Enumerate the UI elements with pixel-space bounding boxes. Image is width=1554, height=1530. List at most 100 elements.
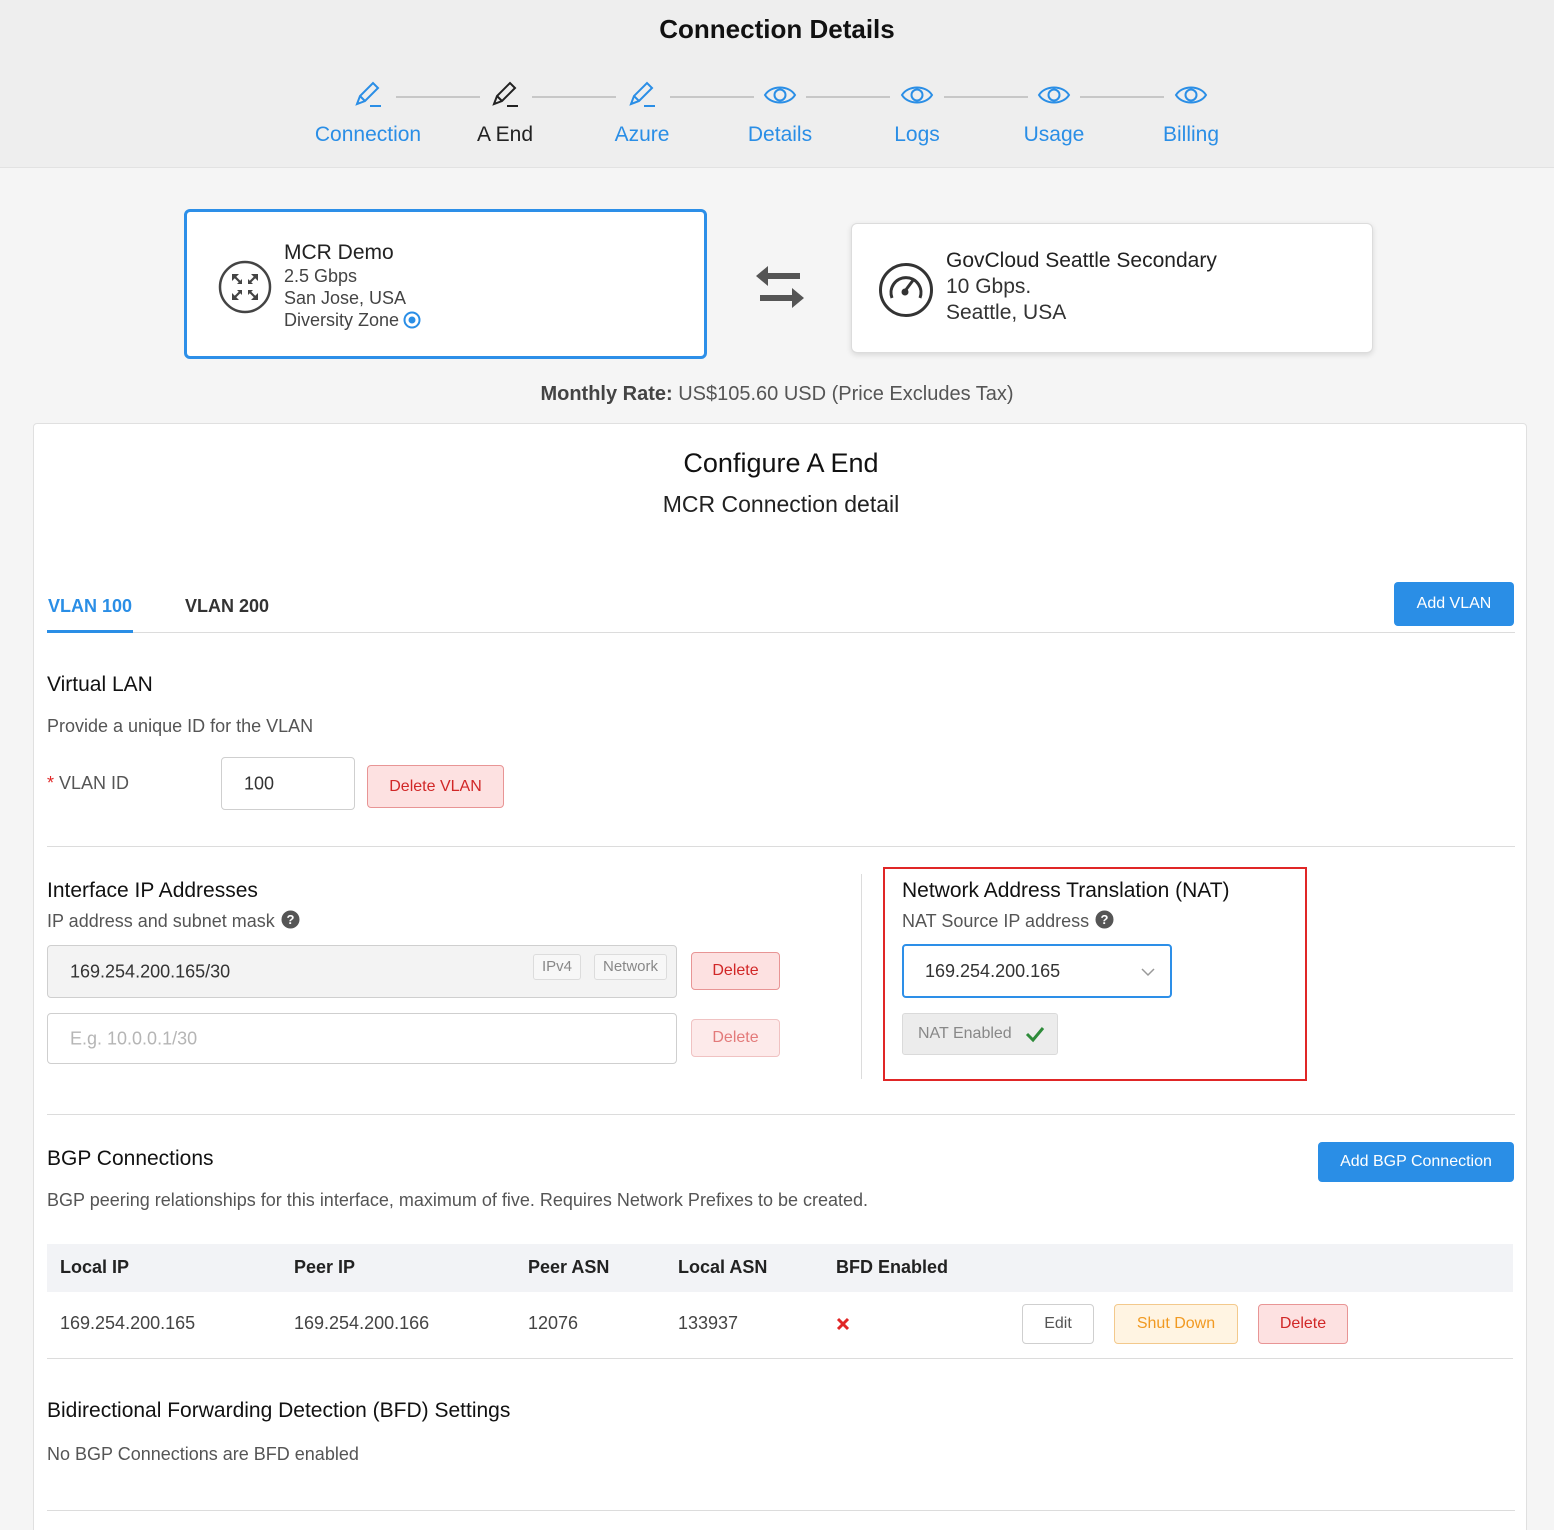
a-end-name: MCR Demo bbox=[284, 241, 394, 264]
nat-source-ip-select[interactable]: 169.254.200.165 bbox=[902, 944, 1172, 998]
a-end-speed: 2.5 Gbps bbox=[284, 266, 358, 286]
bgp-description: BGP peering relationships for this inter… bbox=[47, 1190, 869, 1210]
svg-text:?: ? bbox=[1101, 912, 1109, 927]
help-icon[interactable]: ? bbox=[1095, 910, 1114, 929]
section-divider bbox=[47, 1114, 1515, 1115]
nat-description: NAT Source IP address bbox=[902, 911, 1090, 931]
cell-peer-ip: 169.254.200.166 bbox=[294, 1313, 430, 1333]
a-end-diversity-row: Diversity Zone bbox=[284, 309, 421, 331]
vlan-id-value: 100 bbox=[244, 773, 275, 793]
cell-local-asn: 133937 bbox=[678, 1313, 739, 1333]
a-end-card[interactable]: MCR Demo 2.5 Gbps San Jose, USA Diversit… bbox=[184, 209, 707, 359]
monthly-rate: Monthly Rate: US$105.60 USD (Price Exclu… bbox=[0, 383, 1554, 406]
step-label: Azure bbox=[614, 123, 670, 146]
vlan-heading: Virtual LAN bbox=[47, 673, 153, 696]
section-divider bbox=[47, 1510, 1515, 1511]
checkmark-icon bbox=[1025, 1027, 1045, 1043]
help-icon[interactable]: ? bbox=[281, 910, 300, 929]
nat-enabled-toggle[interactable]: NAT Enabled bbox=[902, 1013, 1058, 1055]
step-label: Connection bbox=[314, 123, 422, 146]
vlan-id-input[interactable]: 100 bbox=[221, 757, 355, 810]
step-azure[interactable]: Azure bbox=[572, 78, 712, 147]
column-divider bbox=[861, 874, 862, 1079]
pencil-icon bbox=[355, 81, 381, 107]
bfd-heading: Bidirectional Forwarding Detection (BFD)… bbox=[47, 1399, 511, 1422]
column-header-peer-ip: Peer IP bbox=[294, 1257, 356, 1277]
network-tag: Network bbox=[594, 954, 668, 980]
step-a-end[interactable]: A End bbox=[435, 78, 575, 147]
table-row-divider bbox=[47, 1358, 1513, 1359]
step-label: Logs bbox=[894, 123, 940, 146]
eye-icon bbox=[763, 86, 797, 104]
nat-enabled-label: NAT Enabled bbox=[918, 1025, 1012, 1042]
cell-local-ip: 169.254.200.165 bbox=[60, 1313, 196, 1333]
step-label: Billing bbox=[1162, 123, 1220, 146]
configure-panel: Configure A End MCR Connection detail VL… bbox=[33, 423, 1527, 1530]
b-end-location: Seattle, USA bbox=[946, 301, 1067, 324]
interface-description: IP address and subnet mask bbox=[47, 911, 275, 931]
column-header-local-asn: Local ASN bbox=[678, 1257, 768, 1277]
step-label: Details bbox=[747, 123, 813, 146]
new-ip-address-input[interactable]: E.g. 10.0.0.1/30 bbox=[47, 1013, 677, 1064]
tabs-divider bbox=[47, 632, 1515, 633]
nat-selected-ip: 169.254.200.165 bbox=[925, 961, 1061, 981]
step-usage[interactable]: Usage bbox=[984, 78, 1124, 147]
edit-bgp-button[interactable]: Edit bbox=[1022, 1304, 1094, 1344]
b-end-name: GovCloud Seattle Secondary bbox=[946, 249, 1217, 272]
step-logs[interactable]: Logs bbox=[847, 78, 987, 147]
svg-text:?: ? bbox=[286, 912, 294, 927]
swap-arrows-icon bbox=[756, 266, 804, 308]
step-connection[interactable]: Connection bbox=[298, 78, 438, 147]
bfd-description: No BGP Connections are BFD enabled bbox=[47, 1444, 359, 1464]
delete-bgp-button[interactable]: Delete bbox=[1258, 1304, 1348, 1344]
nat-heading: Network Address Translation (NAT) bbox=[902, 879, 1230, 902]
speedometer-icon bbox=[879, 263, 933, 317]
tab-vlan-200[interactable]: VLAN 200 bbox=[185, 596, 269, 617]
add-vlan-button[interactable]: Add VLAN bbox=[1394, 582, 1514, 626]
panel-subtitle: MCR Connection detail bbox=[662, 491, 900, 517]
required-mark: * bbox=[47, 773, 55, 793]
bgp-table-header bbox=[47, 1244, 1513, 1292]
ip-address-input[interactable]: 169.254.200.165/30 IPv4 Network bbox=[47, 945, 677, 998]
step-details[interactable]: Details bbox=[710, 78, 850, 147]
interface-description-row: IP address and subnet mask? bbox=[47, 910, 300, 932]
diversity-zone-label: Diversity Zone bbox=[284, 310, 400, 330]
page-title: Connection Details bbox=[659, 14, 895, 44]
tab-vlan-100[interactable]: VLAN 100 bbox=[48, 596, 132, 617]
monthly-rate-value: US$105.60 USD (Price Excludes Tax) bbox=[678, 383, 1014, 405]
eye-icon bbox=[1037, 86, 1071, 104]
add-bgp-connection-button[interactable]: Add BGP Connection bbox=[1318, 1142, 1514, 1182]
eye-icon bbox=[1174, 86, 1208, 104]
ip-address-value: 169.254.200.165/30 bbox=[70, 961, 231, 981]
a-end-details: MCR Demo 2.5 Gbps San Jose, USA Diversit… bbox=[284, 242, 421, 331]
vlan-id-label: * VLAN ID bbox=[47, 773, 129, 794]
monthly-rate-label: Monthly Rate: bbox=[540, 383, 673, 405]
interface-heading: Interface IP Addresses bbox=[47, 879, 258, 902]
active-tab-indicator bbox=[47, 630, 133, 633]
panel-title: Configure A End bbox=[683, 448, 879, 478]
column-header-bfd-enabled: BFD Enabled bbox=[836, 1257, 949, 1277]
delete-vlan-button[interactable]: Delete VLAN bbox=[367, 765, 504, 808]
bgp-heading: BGP Connections bbox=[47, 1147, 214, 1170]
delete-ip-button[interactable]: Delete bbox=[691, 952, 780, 990]
section-divider bbox=[47, 846, 1515, 847]
b-end-details: GovCloud Seattle Secondary 10 Gbps. Seat… bbox=[946, 248, 1217, 326]
a-end-location: San Jose, USA bbox=[284, 288, 407, 308]
b-end-card[interactable]: GovCloud Seattle Secondary 10 Gbps. Seat… bbox=[851, 223, 1373, 353]
delete-new-ip-button[interactable]: Delete bbox=[691, 1019, 780, 1057]
nat-description-row: NAT Source IP address? bbox=[902, 910, 1114, 932]
vlan-description: Provide a unique ID for the VLAN bbox=[47, 716, 314, 736]
step-billing[interactable]: Billing bbox=[1121, 78, 1261, 147]
cell-peer-asn: 12076 bbox=[528, 1313, 579, 1333]
header-bar: Connection Details Connection A End Azur… bbox=[0, 0, 1554, 168]
shut-down-bgp-button[interactable]: Shut Down bbox=[1114, 1304, 1238, 1344]
step-label: A End bbox=[476, 123, 534, 146]
chevron-down-icon bbox=[1141, 968, 1155, 977]
column-header-local-ip: Local IP bbox=[60, 1257, 130, 1277]
eye-icon bbox=[900, 86, 934, 104]
pencil-icon bbox=[629, 81, 655, 107]
ip-address-placeholder: E.g. 10.0.0.1/30 bbox=[70, 1028, 198, 1048]
diversity-zone-icon bbox=[403, 311, 421, 329]
ipv4-tag: IPv4 bbox=[533, 954, 582, 980]
vlan-id-label-text: VLAN ID bbox=[59, 773, 130, 793]
